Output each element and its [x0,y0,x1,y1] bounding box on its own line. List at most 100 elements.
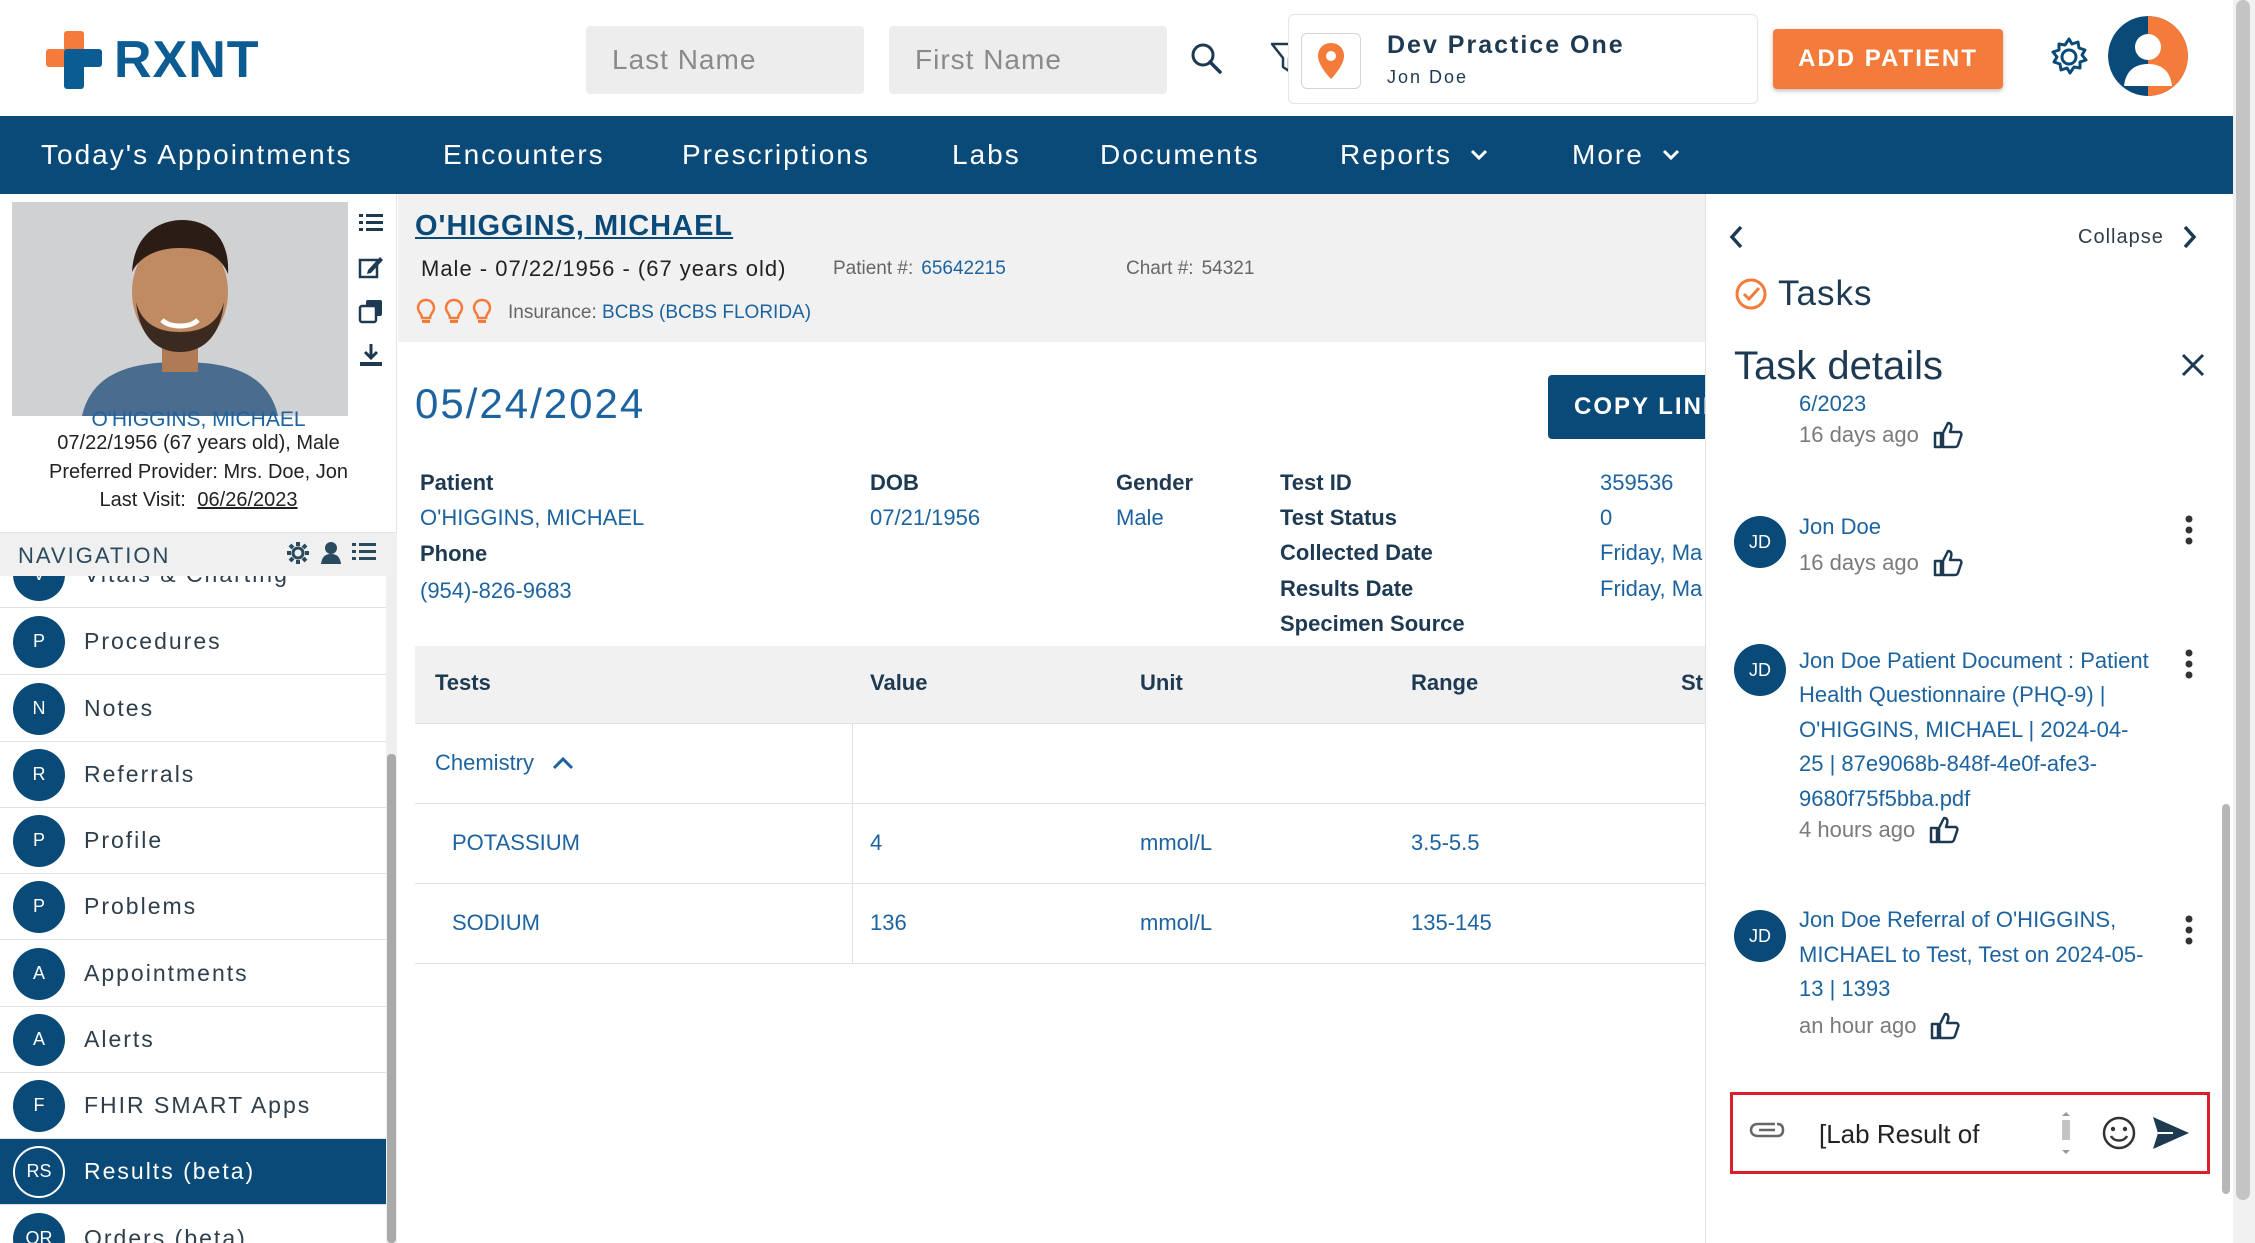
add-patient-button[interactable]: ADD PATIENT [1773,29,2003,89]
more-vertical-icon[interactable] [2184,648,2194,680]
search-icon[interactable] [1180,32,1232,84]
chevron-left-icon[interactable] [1728,224,1744,250]
nav-item-notes[interactable]: N Notes [0,676,386,742]
practice-user: Jon Doe [1387,67,1469,87]
thumbs-up-icon[interactable] [1933,421,1963,449]
gear-icon[interactable] [2046,34,2092,80]
last-name-input[interactable] [586,26,864,94]
dob-label: DOB [870,470,919,495]
group-chemistry[interactable]: Chemistry [435,750,574,776]
feed-item-link[interactable]: MICHAEL to Test, Test on 2024-05- [1799,938,2143,972]
navigation-title: NAVIGATION [18,543,171,568]
thumbs-up-icon[interactable] [1929,816,1959,844]
collapse-button[interactable]: Collapse [2078,224,2198,250]
edit-icon[interactable] [356,252,386,282]
column-header-range[interactable]: Range [1411,670,1478,696]
column-header-status[interactable]: St [1681,670,1703,696]
navigation-scrollbar[interactable] [387,754,396,1243]
tasks-title: Tasks [1778,274,1873,313]
insurance-value[interactable]: BCBS (BCBS FLORIDA) [602,302,811,323]
thumbs-up-icon[interactable] [1933,549,1963,577]
nav-labs[interactable]: Labs [952,116,1021,194]
user-avatar[interactable] [2108,16,2188,96]
thumbs-up-icon[interactable] [1930,1012,1961,1040]
feed-item-time: 4 hours ago [1799,816,1959,844]
nav-item-vitals[interactable]: V Vitals & Charting [0,576,386,608]
tasks-scrollbar[interactable] [2222,804,2230,1194]
patient-card-last-visit: Last Visit: 06/26/2023 [0,489,397,512]
feed-item-link[interactable]: 13 | 1393 [1799,972,1890,1006]
practice-selector[interactable]: Dev Practice One Jon Doe [1288,14,1758,104]
nav-item-profile[interactable]: P Profile [0,808,386,874]
first-name-input[interactable] [889,26,1167,94]
nav-item-procedures[interactable]: P Procedures [0,609,386,675]
table-group-row[interactable]: Chemistry [415,724,1705,804]
paperclip-icon[interactable] [1747,1115,1787,1145]
bulb-icon[interactable] [472,298,492,326]
copy-icon[interactable] [356,296,386,326]
patient-card-name[interactable]: O'HIGGINS, MICHAEL [0,408,397,432]
feed-item-time: an hour ago [1799,1012,1961,1040]
more-vertical-icon[interactable] [2184,514,2194,546]
patient-header-name[interactable]: O'HIGGINS, MICHAEL [415,210,733,243]
patient-header-demographics: Male - 07/22/1956 - (67 years old) [421,256,787,281]
results-date-value: Friday, Ma [1600,576,1703,601]
feed-item-link[interactable]: 25 | 87e9068b-848f-4e0f-afe3- [1799,747,2097,781]
copy-link-button[interactable]: COPY LINK [1548,375,1705,439]
person-icon[interactable] [320,541,342,565]
table-row[interactable]: POTASSIUM 4 mmol/L 3.5-5.5 [415,804,1705,884]
list-icon[interactable] [356,208,386,238]
list-view-icon[interactable] [352,541,376,563]
settings-icon[interactable] [286,541,310,565]
nav-encounters[interactable]: Encounters [443,116,605,194]
close-icon[interactable] [2180,352,2206,378]
rxnt-logo[interactable]: RXNT [44,30,260,90]
feed-item-link[interactable]: 6/2023 [1799,394,1866,421]
nav-item-referrals[interactable]: R Referrals [0,742,386,808]
nav-more[interactable]: More [1572,116,1680,194]
nav-item-orders-beta[interactable]: OR Orders (beta) [0,1206,386,1243]
chevron-down-icon [1470,149,1488,161]
patient-value: O'HIGGINS, MICHAEL [420,505,645,530]
comment-composer[interactable]: [Lab Result of [1730,1092,2210,1174]
comment-input[interactable]: [Lab Result of [1819,1119,1979,1150]
nav-item-label: Appointments [84,960,249,986]
download-icon[interactable] [356,340,386,370]
feed-item-link[interactable]: Jon Doe [1799,510,1881,544]
nav-todays-appointments[interactable]: Today's Appointments [41,116,353,194]
input-scrollbar[interactable] [2059,1111,2073,1155]
result-date: 05/24/2024 [415,380,646,427]
bulb-icon[interactable] [444,298,464,326]
nav-item-label: Problems [84,893,198,919]
page-scrollbar[interactable] [2236,0,2250,1200]
unit-cell: mmol/L [1140,830,1213,855]
nav-reports[interactable]: Reports [1340,116,1488,194]
nav-documents[interactable]: Documents [1100,116,1260,194]
send-icon[interactable] [2151,1115,2191,1151]
feed-item-link[interactable]: Health Questionnaire (PHQ-9) | [1799,678,2106,712]
navigation-list: V Vitals & Charting P Procedures N Notes… [0,576,386,1243]
feed-item-link[interactable]: O'HIGGINS, MICHAEL | 2024-04- [1799,713,2128,747]
feed-item-link[interactable]: 9680f75f5bba.pdf [1799,782,1970,816]
nav-item-results-beta[interactable]: RS Results (beta) [0,1139,386,1205]
chart-number-value: 54321 [1201,258,1255,279]
more-vertical-icon[interactable] [2184,914,2194,946]
nav-item-alerts[interactable]: A Alerts [0,1007,386,1073]
nav-prescriptions[interactable]: Prescriptions [682,116,870,194]
nav-item-appointments[interactable]: A Appointments [0,941,386,1007]
column-header-value[interactable]: Value [870,670,927,696]
table-row[interactable]: SODIUM 136 mmol/L 135-145 [415,884,1705,964]
feed-item-link[interactable]: Jon Doe Patient Document : Patient [1799,644,2149,678]
bulb-icon[interactable] [416,298,436,326]
column-header-unit[interactable]: Unit [1140,670,1183,696]
insurance: Insurance: BCBS (BCBS FLORIDA) [508,302,811,324]
patient-number-value[interactable]: 65642215 [921,258,1006,279]
column-header-tests[interactable]: Tests [435,670,491,696]
test-status-value: 0 [1600,505,1613,530]
nav-item-fhir-smart-apps[interactable]: F FHIR SMART Apps [0,1073,386,1139]
group-label: Chemistry [435,750,535,775]
nav-item-problems[interactable]: P Problems [0,874,386,940]
emoji-icon[interactable] [2101,1115,2137,1151]
feed-item-link[interactable]: Jon Doe Referral of O'HIGGINS, [1799,903,2116,937]
last-visit-date[interactable]: 06/26/2023 [197,489,297,511]
